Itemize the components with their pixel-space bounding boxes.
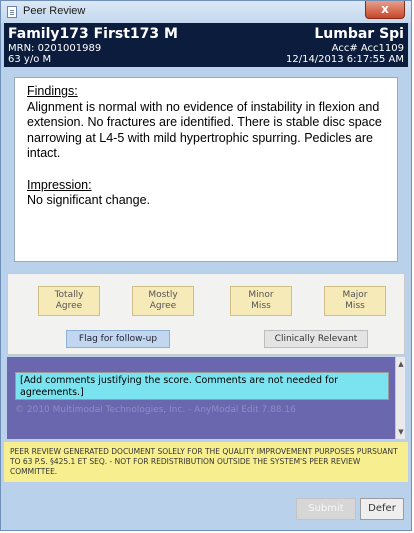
window-title: Peer Review: [23, 5, 86, 17]
patient-header: Family173 First173 M Lumbar Spi MRN: 020…: [4, 23, 408, 67]
peer-review-disclaimer: PEER REVIEW GENERATED DOCUMENT SOLELY FO…: [4, 442, 408, 482]
mostly-agree-button[interactable]: Mostly Agree: [132, 286, 194, 316]
copyright-text: © 2010 Multimodal Technologies, Inc. - A…: [15, 405, 296, 415]
totally-agree-button[interactable]: Totally Agree: [38, 286, 100, 316]
peer-review-window: Peer Review x Family173 First173 M Lumba…: [0, 0, 412, 531]
patient-name: Family173 First173 M: [8, 26, 178, 42]
major-miss-button[interactable]: Major Miss: [324, 286, 386, 316]
minor-miss-line1: Minor: [248, 290, 274, 300]
title-bar[interactable]: Peer Review x: [1, 1, 411, 23]
clinically-relevant-button[interactable]: Clinically Relevant: [264, 330, 368, 348]
submit-button[interactable]: Submit: [296, 498, 356, 520]
major-miss-line2: Miss: [345, 301, 365, 311]
age-sex-label: 63 y/o M: [8, 54, 52, 65]
exam-datetime: 12/14/2013 6:17:55 AM: [285, 54, 404, 65]
totally-agree-line2: Agree: [55, 301, 83, 311]
accession-label: Acc# Acc1109: [331, 43, 404, 54]
impression-heading: Impression:: [27, 177, 92, 192]
mrn-label: MRN: 0201001989: [8, 43, 102, 54]
close-icon: x: [381, 2, 389, 16]
scroll-down-icon[interactable]: ▼: [396, 427, 406, 437]
mostly-agree-line2: Agree: [149, 301, 177, 311]
close-button[interactable]: x: [365, 1, 405, 19]
findings-text: Alignment is normal with no evidence of …: [27, 99, 382, 161]
document-icon: [7, 6, 17, 18]
defer-button[interactable]: Defer: [360, 498, 404, 520]
comment-input[interactable]: [Add comments justifying the score. Comm…: [15, 372, 389, 400]
impression-text: No significant change.: [27, 193, 150, 207]
footer-bar: Submit Defer: [4, 484, 408, 528]
exam-title: Lumbar Spi: [314, 26, 404, 42]
comments-scrollbar[interactable]: ▲ ▼: [395, 357, 405, 439]
score-panel: Totally Agree Mostly Agree Minor Miss Ma…: [7, 273, 405, 355]
minor-miss-line2: Miss: [251, 301, 271, 311]
minor-miss-button[interactable]: Minor Miss: [230, 286, 292, 316]
comments-panel: [Add comments justifying the score. Comm…: [7, 357, 405, 439]
mostly-agree-line1: Mostly: [148, 290, 178, 300]
major-miss-line1: Major: [342, 290, 368, 300]
findings-heading: Findings:: [27, 84, 78, 98]
totally-agree-line1: Totally: [54, 290, 84, 300]
report-text-panel: Findings: Alignment is normal with no ev…: [14, 77, 398, 262]
scroll-up-icon[interactable]: ▲: [396, 359, 406, 369]
flag-follow-up-button[interactable]: Flag for follow-up: [66, 330, 170, 348]
